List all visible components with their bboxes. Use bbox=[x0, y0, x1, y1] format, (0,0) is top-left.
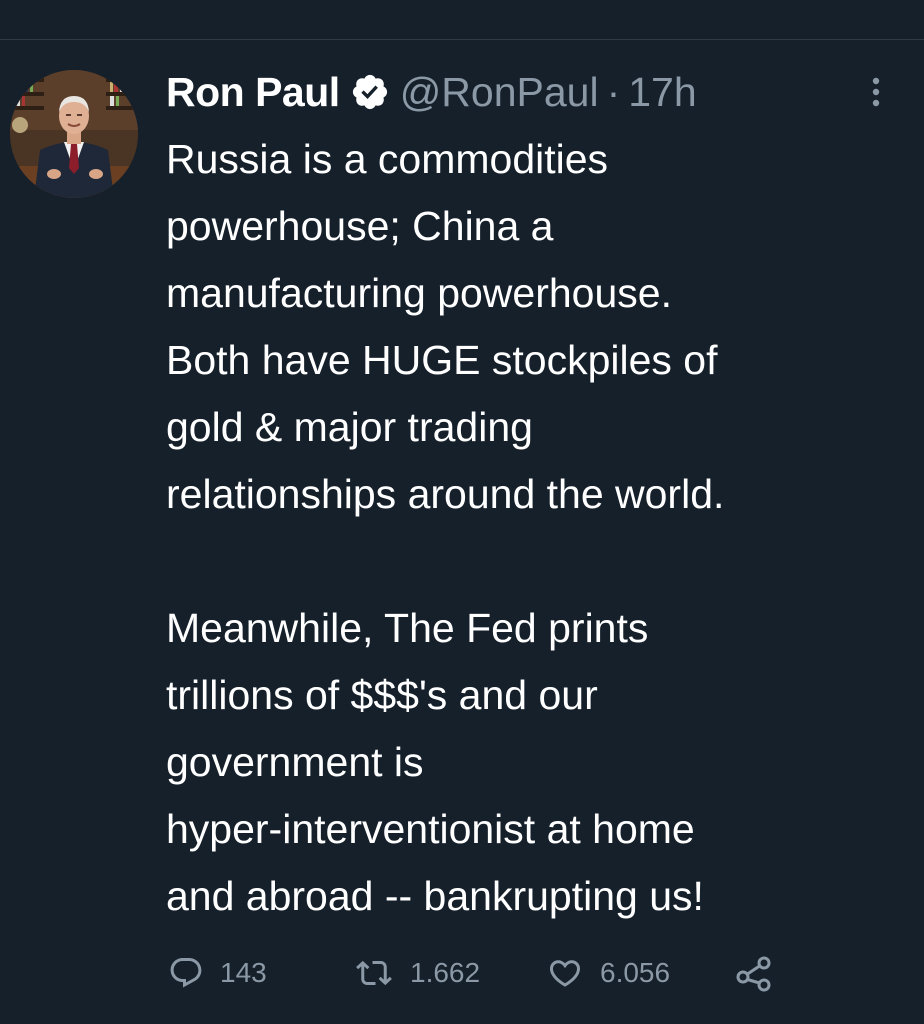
text-line: relationships around the world. bbox=[166, 471, 725, 517]
tweet-paragraph: Meanwhile, The Fed prints trillions of $… bbox=[166, 595, 906, 930]
reply-button[interactable]: 143 bbox=[168, 948, 267, 998]
text-line: trillions of $$$'s and our bbox=[166, 672, 598, 718]
text-line: Russia is a commodities bbox=[166, 136, 609, 182]
avatar-photo bbox=[10, 70, 138, 198]
like-button[interactable]: 6.056 bbox=[546, 948, 670, 998]
text-line: powerhouse; China a bbox=[166, 203, 554, 249]
text-line: Both have HUGE stockpiles of bbox=[166, 337, 718, 383]
avatar[interactable] bbox=[10, 70, 138, 198]
retweet-icon bbox=[354, 955, 394, 991]
text-line: Meanwhile, The Fed prints bbox=[166, 605, 649, 651]
reply-icon bbox=[168, 955, 204, 991]
verified-badge-icon bbox=[350, 72, 390, 112]
share-icon bbox=[734, 953, 774, 993]
tweet-header: Ron Paul @RonPaul · 17h bbox=[166, 66, 697, 118]
tweet-paragraph: Russia is a commodities powerhouse; Chin… bbox=[166, 126, 906, 528]
tweet-card[interactable]: Ron Paul @RonPaul · 17h Russia is a comm… bbox=[0, 40, 924, 1024]
tweet-actions: 143 1.662 6.056 bbox=[168, 948, 908, 998]
tweet-timestamp[interactable]: 17h bbox=[628, 69, 696, 116]
like-count: 6.056 bbox=[600, 957, 671, 988]
retweet-button[interactable]: 1.662 bbox=[354, 948, 480, 998]
more-options-icon[interactable] bbox=[862, 74, 890, 110]
text-line: gold & major trading bbox=[166, 404, 533, 450]
text-line: hyper-interventionist at home bbox=[166, 806, 695, 852]
text-line: manufacturing powerhouse. bbox=[166, 270, 672, 316]
reply-count: 143 bbox=[220, 957, 267, 988]
separator-dot: · bbox=[606, 68, 621, 115]
text-line: government is bbox=[166, 739, 424, 785]
tweet-text: Russia is a commodities powerhouse; Chin… bbox=[166, 126, 906, 930]
author-name[interactable]: Ron Paul bbox=[166, 69, 340, 116]
heart-icon bbox=[546, 955, 584, 991]
author-handle[interactable]: @RonPaul bbox=[400, 69, 599, 116]
text-line: and abroad -- bankrupting us! bbox=[166, 873, 704, 919]
share-button[interactable] bbox=[734, 948, 774, 998]
retweet-count: 1.662 bbox=[410, 957, 481, 988]
